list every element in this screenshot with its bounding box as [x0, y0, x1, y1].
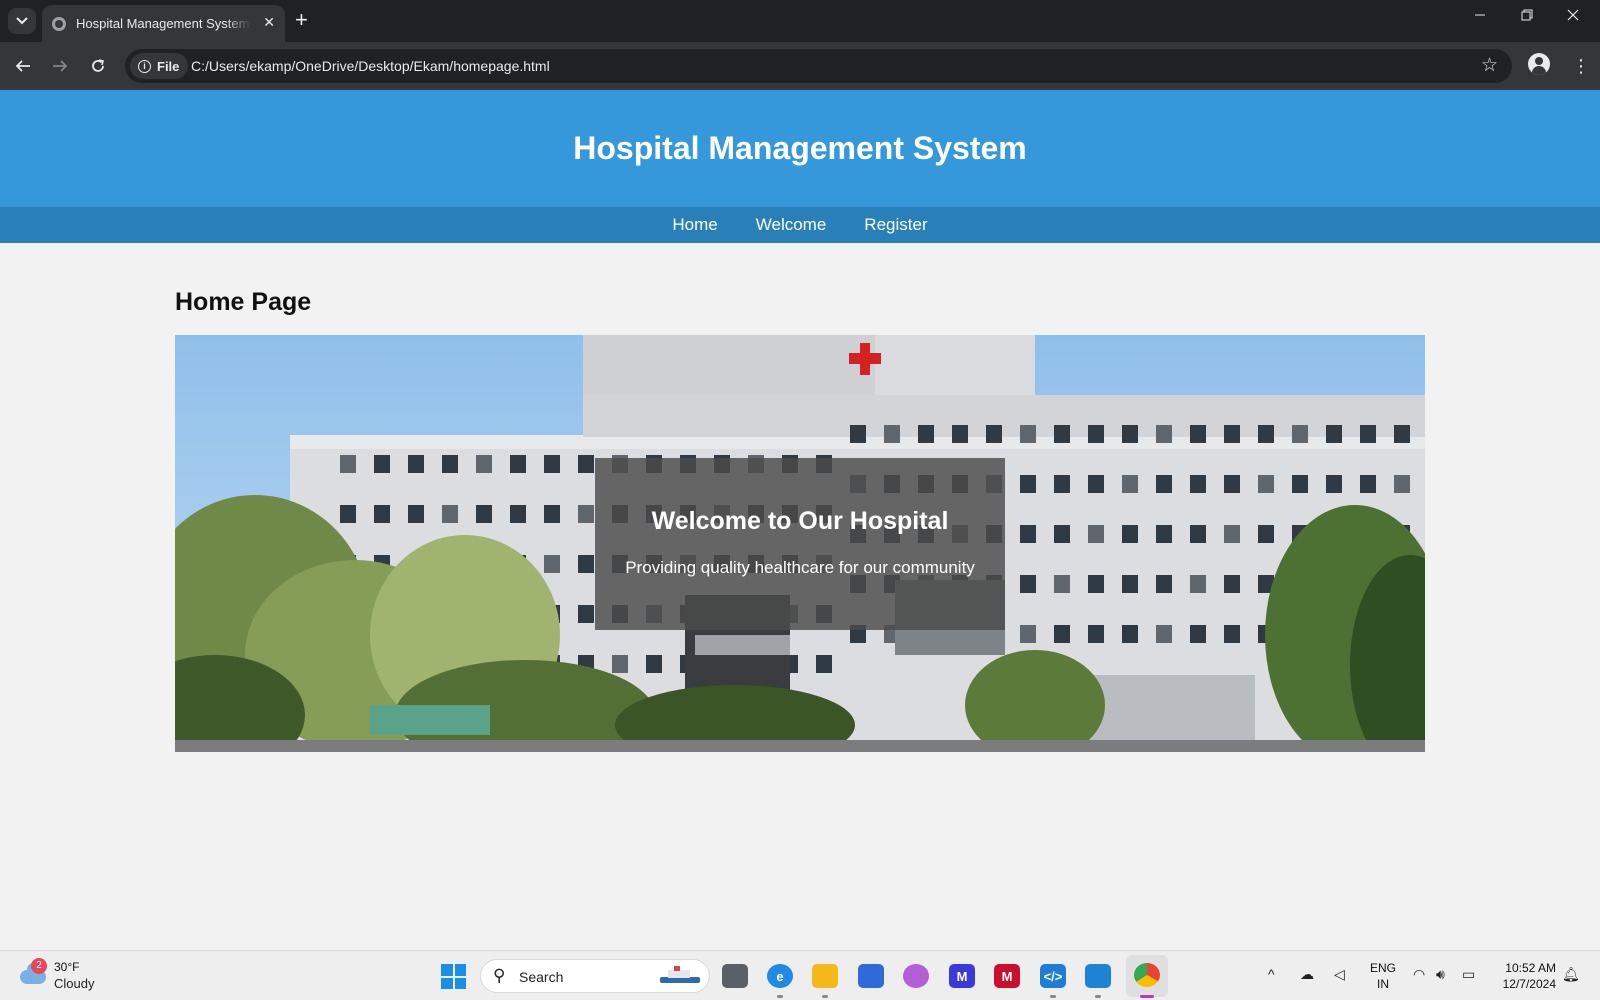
- notification-bell-icon[interactable]: 🔔︎: [1562, 966, 1580, 983]
- running-indicator: [822, 995, 828, 998]
- running-indicator: [1140, 995, 1154, 998]
- browser-toolbar: i File C:/Users/ekamp/OneDrive/Desktop/E…: [0, 42, 1600, 90]
- nav-home-link[interactable]: Home: [672, 215, 717, 235]
- browser-tab-active[interactable]: Hospital Management System - ✕: [42, 5, 285, 42]
- language-code: ENG: [1370, 961, 1397, 975]
- browser-tab-strip: Hospital Management System - ✕ +: [0, 0, 1600, 42]
- close-tab-icon[interactable]: ✕: [263, 14, 275, 31]
- nav-welcome-link[interactable]: Welcome: [756, 215, 827, 235]
- onedrive-error-icon[interactable]: ☁: [1300, 966, 1314, 983]
- taskbar: 2 30°F Cloudy ⚲ Search e M M </> ^ ☁ ◁ E…: [0, 950, 1600, 1000]
- language-region: IN: [1377, 977, 1389, 991]
- file-explorer-icon[interactable]: [812, 964, 838, 988]
- new-tab-button[interactable]: +: [295, 9, 308, 31]
- site-header: Hospital Management System: [0, 90, 1600, 207]
- url-text[interactable]: C:/Users/ekamp/OneDrive/Desktop/Ekam/hom…: [191, 58, 550, 74]
- battery-icon[interactable]: ▭: [1462, 966, 1475, 983]
- weather-temperature: 30°F: [54, 960, 80, 974]
- site-title: Hospital Management System: [573, 130, 1027, 166]
- info-icon: i: [138, 59, 151, 73]
- hero-overlay: Welcome to Our Hospital Providing qualit…: [595, 458, 1005, 630]
- taskbar-search-label: Search: [519, 969, 564, 985]
- close-window-icon[interactable]: [1567, 8, 1579, 26]
- tab-search-button[interactable]: [8, 8, 36, 34]
- search-icon: ⚲: [493, 966, 506, 985]
- running-indicator: [777, 995, 783, 998]
- forward-arrow-icon[interactable]: [48, 54, 72, 78]
- site-info-label: File: [157, 58, 180, 74]
- site-info-chip[interactable]: i File: [130, 53, 189, 79]
- web-page: Hospital Management System Home Welcome …: [0, 90, 1600, 950]
- system-clock[interactable]: 10:52 AM 12/7/2024: [1494, 960, 1556, 992]
- clock-date: 12/7/2024: [1502, 977, 1556, 991]
- profile-avatar-icon[interactable]: [1528, 53, 1550, 75]
- nav-register-link[interactable]: Register: [864, 215, 927, 235]
- app-icon-m[interactable]: M: [949, 964, 975, 988]
- copilot-icon[interactable]: [903, 964, 929, 988]
- address-bar[interactable]: i File C:/Users/ekamp/OneDrive/Desktop/E…: [125, 49, 1512, 83]
- page-heading: Home Page: [175, 288, 312, 316]
- site-nav: Home Welcome Register: [0, 207, 1600, 243]
- task-view-icon[interactable]: [722, 964, 748, 988]
- running-indicator: [1095, 995, 1101, 998]
- reload-icon[interactable]: [86, 54, 110, 78]
- microsoft-store-icon[interactable]: [858, 964, 884, 988]
- weather-badge: 2: [31, 958, 47, 974]
- restore-icon[interactable]: [1521, 8, 1533, 26]
- running-indicator: [1050, 995, 1056, 998]
- weather-widget[interactable]: 2 30°F Cloudy: [20, 958, 110, 994]
- vscode-icon[interactable]: </>: [1040, 964, 1066, 988]
- hero-subtitle: Providing quality healthcare for our com…: [625, 557, 975, 577]
- browser-menu-icon[interactable]: ⋮: [1572, 54, 1590, 78]
- globe-icon: [52, 16, 66, 31]
- hero-banner: Welcome to Our Hospital Providing qualit…: [175, 335, 1425, 752]
- weather-condition: Cloudy: [54, 976, 95, 991]
- edge-browser-icon[interactable]: e: [767, 964, 793, 988]
- photos-icon[interactable]: [1085, 964, 1111, 988]
- main-content: Home Page Welcome to Our Hospital Provid…: [175, 288, 1425, 752]
- hero-title: Welcome to Our Hospital: [651, 506, 949, 535]
- clock-time: 10:52 AM: [1505, 961, 1556, 975]
- chrome-icon[interactable]: [1134, 963, 1160, 987]
- minimize-icon[interactable]: [1474, 8, 1486, 26]
- language-indicator[interactable]: ENG IN: [1370, 960, 1396, 992]
- start-windows-icon[interactable]: [441, 964, 466, 989]
- tab-title: Hospital Management System -: [76, 16, 251, 31]
- bookmark-star-icon[interactable]: ☆: [1481, 54, 1498, 77]
- wifi-icon[interactable]: ◠: [1413, 966, 1425, 983]
- search-highlight-boat-icon: [660, 966, 700, 983]
- mcafee-icon[interactable]: M: [994, 964, 1020, 988]
- back-arrow-icon[interactable]: [11, 54, 35, 78]
- location-icon[interactable]: ◁: [1334, 966, 1345, 983]
- volume-icon[interactable]: 🔊︎: [1436, 966, 1445, 983]
- chevron-up-icon[interactable]: ^: [1268, 966, 1275, 982]
- chevron-down-icon: [16, 17, 28, 25]
- taskbar-search[interactable]: ⚲ Search: [480, 959, 710, 993]
